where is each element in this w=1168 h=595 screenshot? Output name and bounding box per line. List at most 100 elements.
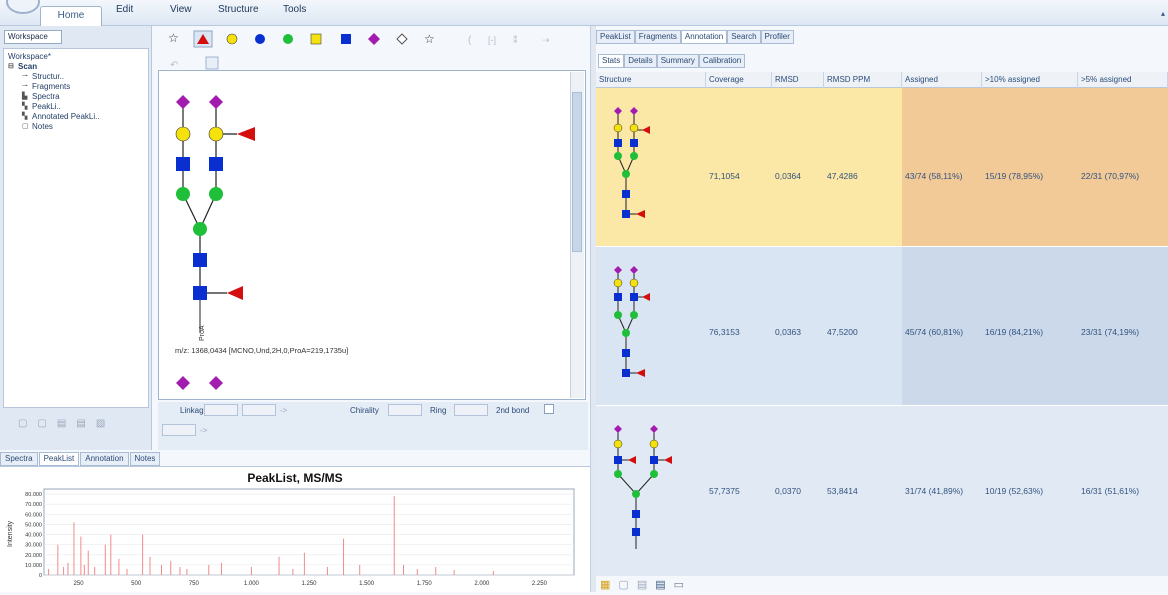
x-tick-label: 1.000 (244, 581, 260, 587)
bracket-icon[interactable]: ( (468, 35, 472, 46)
second-linkage-select[interactable] (162, 424, 196, 436)
cell-assigned-10: 16/19 (84,21%) (985, 327, 1044, 337)
y-tick-label: 0 (39, 573, 42, 579)
galactose-circle-icon[interactable] (226, 33, 238, 45)
glcnac-residue (176, 157, 190, 171)
copy-icon[interactable]: ▢ (618, 578, 628, 592)
tree-item-label: Notes (32, 121, 53, 131)
workspace-toolbar: ▢ ▢ ▤ ▤ ▧ (18, 418, 148, 432)
table-row[interactable]: 71,1054 0,0364 47,4286 43/74 (58,11%) 15… (596, 88, 1168, 246)
y-tick-label: 60.000 (25, 512, 42, 518)
linkage-position-select[interactable] (242, 404, 276, 416)
second-bond-checkbox[interactable] (544, 404, 554, 414)
glcnac-residue (193, 286, 207, 300)
tree-root[interactable]: Workspace* (8, 51, 144, 61)
tab-peaklist[interactable]: PeakList (38, 452, 80, 466)
cell-assigned: 45/74 (60,81%) (905, 327, 964, 337)
table-row[interactable]: 76,3153 0,0363 47,5200 45/74 (60,81%) 16… (596, 247, 1168, 405)
tree-item-label: Spectra (32, 91, 60, 101)
structure-thumbnail (613, 266, 650, 377)
tab-stats[interactable]: Stats (598, 54, 625, 68)
save-as-icon[interactable]: ▤ (655, 578, 665, 592)
tree-item-structures[interactable]: ⇀ Structur.. (8, 71, 144, 81)
tree-item-fragments[interactable]: ⇀ Fragments (8, 81, 144, 91)
save-icon[interactable]: ▤ (57, 418, 66, 432)
glcnac-residue (193, 253, 207, 267)
col-coverage[interactable]: Coverage (706, 72, 772, 88)
tab-annotation-right[interactable]: Annotation (680, 30, 728, 44)
arrow-icon[interactable]: ⇢ (542, 35, 550, 45)
col-assigned-5[interactable]: >5% assigned (1078, 72, 1168, 88)
col-rmsd-ppm[interactable]: RMSD PPM (824, 72, 902, 88)
workspace-tree[interactable]: Workspace* ⊟ Scan ⇀ Structur.. ⇀ Fragments … (3, 48, 149, 408)
export-icon[interactable]: ▧ (96, 418, 105, 432)
tree-item-notes[interactable]: ▢ Notes (8, 121, 144, 131)
menu-edit[interactable]: Edit (116, 4, 133, 15)
x-tick-label: 2.250 (532, 581, 548, 587)
mannose-circle-icon[interactable] (283, 34, 293, 44)
tab-calibration[interactable]: Calibration (698, 54, 746, 68)
menu-structure[interactable]: Structure (218, 4, 259, 15)
structure-canvas[interactable]: ProA m/z: 1368,0434 [MCNO,Und,2H,0,ProA=… (158, 70, 586, 400)
cell-coverage: 71,1054 (709, 171, 740, 181)
second-bond-label: 2nd bond (496, 406, 530, 415)
col-assigned[interactable]: Assigned (902, 72, 982, 88)
chirality-select[interactable] (388, 404, 422, 416)
y-tick-label: 50.000 (25, 522, 42, 528)
tab-details[interactable]: Details (624, 54, 657, 68)
tree-scan[interactable]: ⊟ Scan (8, 61, 144, 71)
save-icon[interactable]: ▤ (637, 578, 647, 592)
cell-rmsd: 0,0364 (775, 171, 801, 181)
galnac-square-icon[interactable] (310, 33, 322, 45)
tree-item-annotated-peaklist[interactable]: ▚ Annotated PeakLi.. (8, 111, 144, 121)
star-icon[interactable]: ☆ (168, 31, 179, 45)
cell-rmsd-ppm: 53,8414 (827, 486, 858, 496)
menu-tools[interactable]: Tools (283, 4, 306, 15)
linkage-anomer-select[interactable] (204, 404, 238, 416)
tab-search[interactable]: Search (727, 30, 761, 44)
tab-summary[interactable]: Summary (656, 54, 699, 68)
sialic-acid-residue (176, 376, 190, 390)
tab-spectra[interactable]: Spectra (0, 452, 38, 466)
canvas-scroll-thumb[interactable] (572, 92, 582, 252)
hollow-diamond-icon[interactable] (396, 33, 408, 45)
tab-notes[interactable]: Notes (129, 452, 161, 466)
menu-home[interactable]: Home (40, 6, 102, 26)
menu-view[interactable]: View (170, 4, 192, 15)
sialic-diamond-icon[interactable] (368, 33, 380, 45)
cell-coverage: 76,3153 (709, 327, 740, 337)
repeat-icon[interactable]: [-] (488, 35, 496, 45)
col-assigned-10[interactable]: >10% assigned (982, 72, 1078, 88)
layout-icon[interactable] (205, 56, 219, 70)
tab-peaklist-right[interactable]: PeakList (596, 30, 635, 44)
cell-rmsd: 0,0363 (775, 327, 801, 337)
star-outline-icon[interactable]: ☆ (424, 32, 435, 46)
ring-select[interactable] (454, 404, 488, 416)
tree-item-spectra[interactable]: ▙ Spectra (8, 91, 144, 101)
tree-item-peaklist[interactable]: ▚ PeakLi.. (8, 101, 144, 111)
copy-icon[interactable]: ▢ (37, 418, 46, 432)
tab-annotation[interactable]: Annotation (80, 452, 129, 466)
y-tick-label: 20.000 (25, 553, 42, 559)
tab-fragments[interactable]: Fragments (634, 30, 681, 44)
mannose-residue (176, 187, 190, 201)
export-excel-icon[interactable]: ▦ (600, 578, 610, 592)
glcnac-square-icon[interactable] (341, 34, 351, 44)
col-rmsd[interactable]: RMSD (772, 72, 824, 88)
cell-assigned-10: 15/19 (78,95%) (985, 171, 1044, 181)
table-row[interactable]: 57,7375 0,0370 53,8414 31/74 (41,89%) 10… (596, 406, 1168, 576)
link-icon[interactable]: ⁑ (513, 34, 518, 45)
mannose-residue (193, 222, 207, 236)
glycan-drawing: ProA m/z: 1368,0434 [MCNO,Und,2H,0,ProA=… (175, 95, 348, 390)
workspace-tab[interactable]: Workspace (4, 30, 62, 44)
app-orb-button[interactable] (6, 0, 40, 14)
col-structure[interactable]: Structure (596, 72, 706, 88)
ribbon-collapse-icon[interactable]: ▴ (1161, 9, 1165, 18)
print-icon[interactable]: ▭ (674, 578, 684, 592)
glucose-circle-icon[interactable] (255, 34, 265, 44)
collapse-icon[interactable]: ⊟ (8, 62, 18, 70)
tab-profiler[interactable]: Profiler (760, 30, 794, 44)
save-as-icon[interactable]: ▤ (76, 418, 85, 432)
x-tick-label: 750 (189, 581, 200, 587)
open-icon[interactable]: ▢ (18, 418, 27, 432)
